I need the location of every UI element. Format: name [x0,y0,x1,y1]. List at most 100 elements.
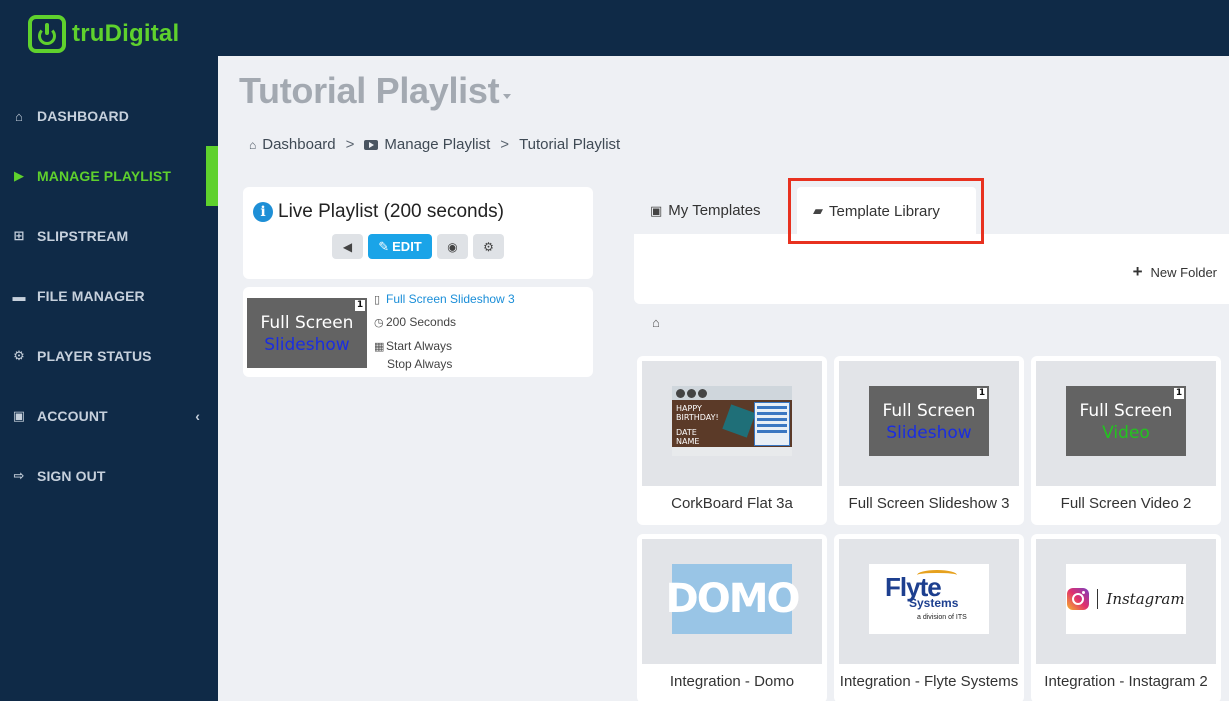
template-preview: Instagram [1036,539,1216,664]
sidebar-item-dashboard[interactable]: ⌂ DASHBOARD [0,86,218,146]
new-folder-button[interactable]: + New Folder [1133,262,1217,282]
sidebar-item-label: MANAGE PLAYLIST [37,168,171,184]
live-playlist-card: i Live Playlist (200 seconds) ◀ ✎ EDIT ◉… [243,187,593,279]
slideshow-thumbnail: Full Screen Slideshow 1 [869,386,989,456]
edit-icon: ✎ [378,238,390,254]
template-name: Full Screen Slideshow 3 [848,495,1010,512]
chevron-left-icon: ‹ [195,408,200,424]
thumb-badge: 1 [977,388,987,399]
breadcrumb-current: Tutorial Playlist [519,136,621,153]
logo-divider [1097,589,1099,609]
breadcrumb-separator: > [345,136,355,153]
template-card-flyte[interactable]: Flyte Systems a division of ITS Integrat… [834,534,1024,701]
sidebar-item-label: SLIPSTREAM [37,228,129,244]
template-card-domo[interactable]: DOMO Integration - Domo [637,534,827,701]
birthday-text: HAPPY BIRTHDAY! DATE NAME [676,404,719,446]
gears-icon: ⚙ [483,239,494,254]
breadcrumb-dashboard-label: Dashboard [262,136,336,153]
breadcrumb-manage-label: Manage Playlist [384,136,491,153]
tab-my-templates[interactable]: ▣ My Templates [650,187,761,234]
video-icon [364,139,379,150]
home-icon: ⌂ [249,137,257,152]
edit-label: EDIT [392,239,422,254]
calendar-icon: ▦ [374,341,385,353]
playlist-item[interactable]: Full Screen Slideshow 1 ▯ Full Screen Sli… [243,287,593,377]
gift-shape [722,404,756,438]
template-card-instagram[interactable]: Instagram Integration - Instagram 2 [1031,534,1221,701]
sign-out-icon: ⇨ [13,468,25,483]
sidebar-item-slipstream[interactable]: ⊞ SLIPSTREAM [0,206,218,266]
flyte-logo: Flyte Systems a division of ITS [869,564,989,634]
breadcrumb-manage-playlist[interactable]: Manage Playlist [364,136,490,153]
flyte-logo-tagline: a division of ITS [917,614,967,621]
top-bar: truDigital [0,0,1229,56]
start-text: Start Always [386,339,453,353]
breadcrumb-separator: > [500,136,510,153]
briefcase-icon: ▣ [650,202,663,218]
playlist-item-link[interactable]: ▯ Full Screen Slideshow 3 [374,292,515,306]
bday-line4: NAME [676,437,700,446]
playlist-item-thumbnail: Full Screen Slideshow 1 [247,298,367,368]
template-preview: Flyte Systems a division of ITS [839,539,1019,664]
template-card-fullscreen-video[interactable]: Full Screen Video 1 Full Screen Video 2 [1031,356,1221,525]
template-preview: DOMO [642,539,822,664]
caret-down-icon[interactable] [503,94,511,99]
gears-icon: ⚙ [13,348,25,363]
back-button[interactable]: ◀ [332,234,363,259]
template-name: Full Screen Video 2 [1060,495,1192,512]
folder-icon: ▬ [12,288,26,304]
home-icon: ⌂ [15,108,23,124]
trudigital-logo[interactable]: truDigital [28,15,179,53]
live-playlist-title: Live Playlist (200 seconds) [278,201,504,222]
video-thumbnail: Full Screen Video 1 [1066,386,1186,456]
corkboard-thumbnail: HAPPY BIRTHDAY! DATE NAME [672,386,792,456]
sidebar-item-player-status[interactable]: ⚙ PLAYER STATUS [0,326,218,386]
template-name: CorkBoard Flat 3a [671,495,793,512]
play-icon: ▶ [13,168,25,183]
template-preview: HAPPY BIRTHDAY! DATE NAME [642,361,822,486]
thumb-footer [672,447,792,456]
breadcrumb: ⌂ Dashboard > Manage Playlist > Tutorial… [249,136,620,153]
thumb-line1: Full Screen [1079,401,1173,421]
sidebar-item-file-manager[interactable]: ▬ FILE MANAGER [0,266,218,326]
sidebar-item-label: ACCOUNT [37,408,108,424]
clock-icon: ◷ [374,317,384,329]
new-folder-label: New Folder [1150,264,1217,280]
bday-line2: BIRTHDAY! [676,413,719,422]
thumb-line1: Full Screen [882,401,976,421]
sidebar-item-label: SIGN OUT [37,468,106,484]
thumb-line2: Slideshow [264,335,350,355]
sidebar-item-sign-out[interactable]: ⇨ SIGN OUT [0,446,218,506]
info-icon[interactable]: i [253,202,273,222]
folder-home-icon[interactable]: ⌂ [652,315,660,330]
thumb-badge: 1 [355,300,365,311]
sidebar: ⌂ DASHBOARD ▶ MANAGE PLAYLIST ⊞ SLIPSTRE… [0,56,218,701]
sidebar-item-label: FILE MANAGER [37,288,145,304]
template-card-corkboard[interactable]: HAPPY BIRTHDAY! DATE NAME CorkBoard Flat… [637,356,827,525]
instagram-icon [1067,588,1090,610]
logo-text: truDigital [72,20,180,47]
file-icon: ▯ [374,294,381,306]
template-name: Integration - Domo [669,673,795,690]
template-card-fullscreen-slideshow[interactable]: Full Screen Slideshow 1 Full Screen Slid… [834,356,1024,525]
edit-button[interactable]: ✎ EDIT [368,234,432,259]
sidebar-item-manage-playlist[interactable]: ▶ MANAGE PLAYLIST [0,146,218,206]
settings-button[interactable]: ⚙ [473,234,504,259]
highlight-box [788,178,984,244]
playlist-item-name: Full Screen Slideshow 3 [386,292,515,306]
bday-line1: HAPPY [676,404,702,413]
playlist-item-stop: Stop Always [387,357,453,371]
live-playlist-header: i Live Playlist (200 seconds) [253,201,504,223]
sidebar-item-account[interactable]: ▣ ACCOUNT ‹ [0,386,218,446]
domo-logo: DOMO [666,564,801,634]
thumb-panel [754,402,790,446]
eye-icon: ◉ [447,239,458,254]
page-title[interactable]: Tutorial Playlist [239,70,500,112]
playlist-item-start: ▦ Start Always [374,339,452,353]
sidebar-item-label: PLAYER STATUS [37,348,152,364]
bday-line3: DATE [676,428,697,437]
flyte-logo-systems: Systems [909,596,959,610]
template-name: Integration - Flyte Systems [839,673,1019,690]
preview-button[interactable]: ◉ [437,234,468,259]
breadcrumb-dashboard[interactable]: ⌂ Dashboard [249,136,336,153]
